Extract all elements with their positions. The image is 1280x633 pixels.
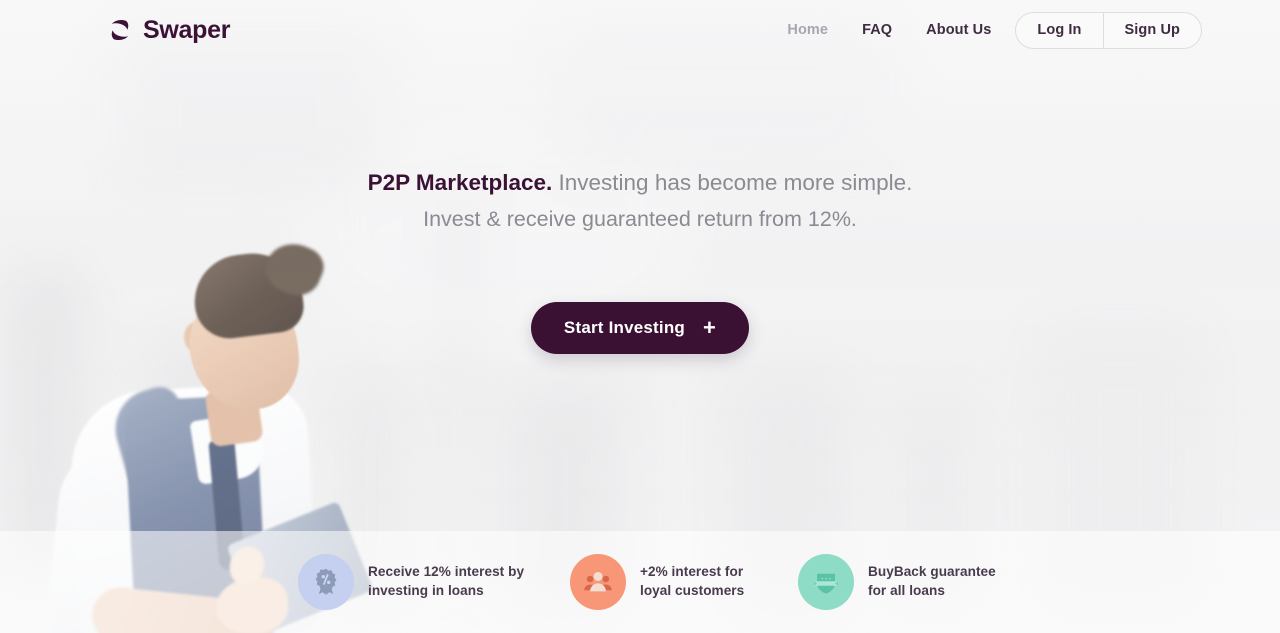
feature-line-1: +2% interest for (640, 564, 744, 580)
feature-text-loyalty: +2% interest for loyal customers (640, 563, 744, 601)
feature-strip: Receive 12% interest by investing in loa… (0, 531, 1280, 633)
hero-subheadline: Invest & receive guaranteed return from … (423, 207, 857, 232)
percent-award-badge-icon (298, 554, 354, 610)
feature-line-1: Receive 12% interest by (368, 564, 525, 580)
hero-headline: P2P Marketplace. Investing has become mo… (0, 168, 1280, 198)
nav-links: Home FAQ About Us (787, 22, 991, 38)
start-investing-button[interactable]: Start Investing + (530, 302, 750, 354)
feature-line-1: BuyBack guarantee (868, 564, 996, 580)
start-investing-label: Start Investing (563, 318, 686, 337)
plus-icon: + (703, 315, 717, 340)
feature-text-buyback: BuyBack guarantee for all loans (868, 563, 996, 601)
auth-button-group: Log In Sign Up (1015, 11, 1202, 49)
group-of-people-icon (570, 554, 626, 610)
primary-navigation: Home FAQ About Us Log In Sign Up (787, 11, 1202, 49)
hero-copy: P2P Marketplace. Investing has become mo… (0, 168, 1280, 234)
nav-item-home[interactable]: Home (787, 22, 828, 38)
swaper-logo-icon (105, 15, 135, 45)
brand-logo-link[interactable]: Swaper (105, 15, 230, 45)
shield-guarantee-icon (798, 554, 854, 610)
nav-item-about-us[interactable]: About Us (926, 22, 991, 38)
feature-line-2: for all loans (868, 583, 945, 598)
feature-text-interest: Receive 12% interest by investing in loa… (368, 563, 524, 601)
hero-headline-accent: P2P Marketplace. (367, 170, 553, 195)
feature-line-2: investing in loans (368, 583, 484, 598)
feature-item-loyalty: +2% interest for loyal customers (570, 554, 798, 610)
feature-list: Receive 12% interest by investing in loa… (0, 531, 1048, 633)
brand-name: Swaper (143, 15, 231, 44)
nav-item-faq[interactable]: FAQ (862, 22, 892, 38)
feature-item-buyback: BuyBack guarantee for all loans (798, 554, 1048, 610)
feature-line-2: loyal customers (640, 583, 745, 598)
site-header: Swaper Home FAQ About Us Log In Sign Up (0, 0, 1280, 60)
sign-up-button[interactable]: Sign Up (1104, 13, 1201, 48)
hero-headline-rest: Investing has become more simple. (552, 170, 913, 195)
log-in-button[interactable]: Log In (1016, 13, 1102, 48)
cta-container: Start Investing + (0, 302, 1280, 354)
feature-item-interest: Receive 12% interest by investing in loa… (298, 554, 570, 610)
landing-page: Swaper Home FAQ About Us Log In Sign Up … (0, 0, 1280, 633)
